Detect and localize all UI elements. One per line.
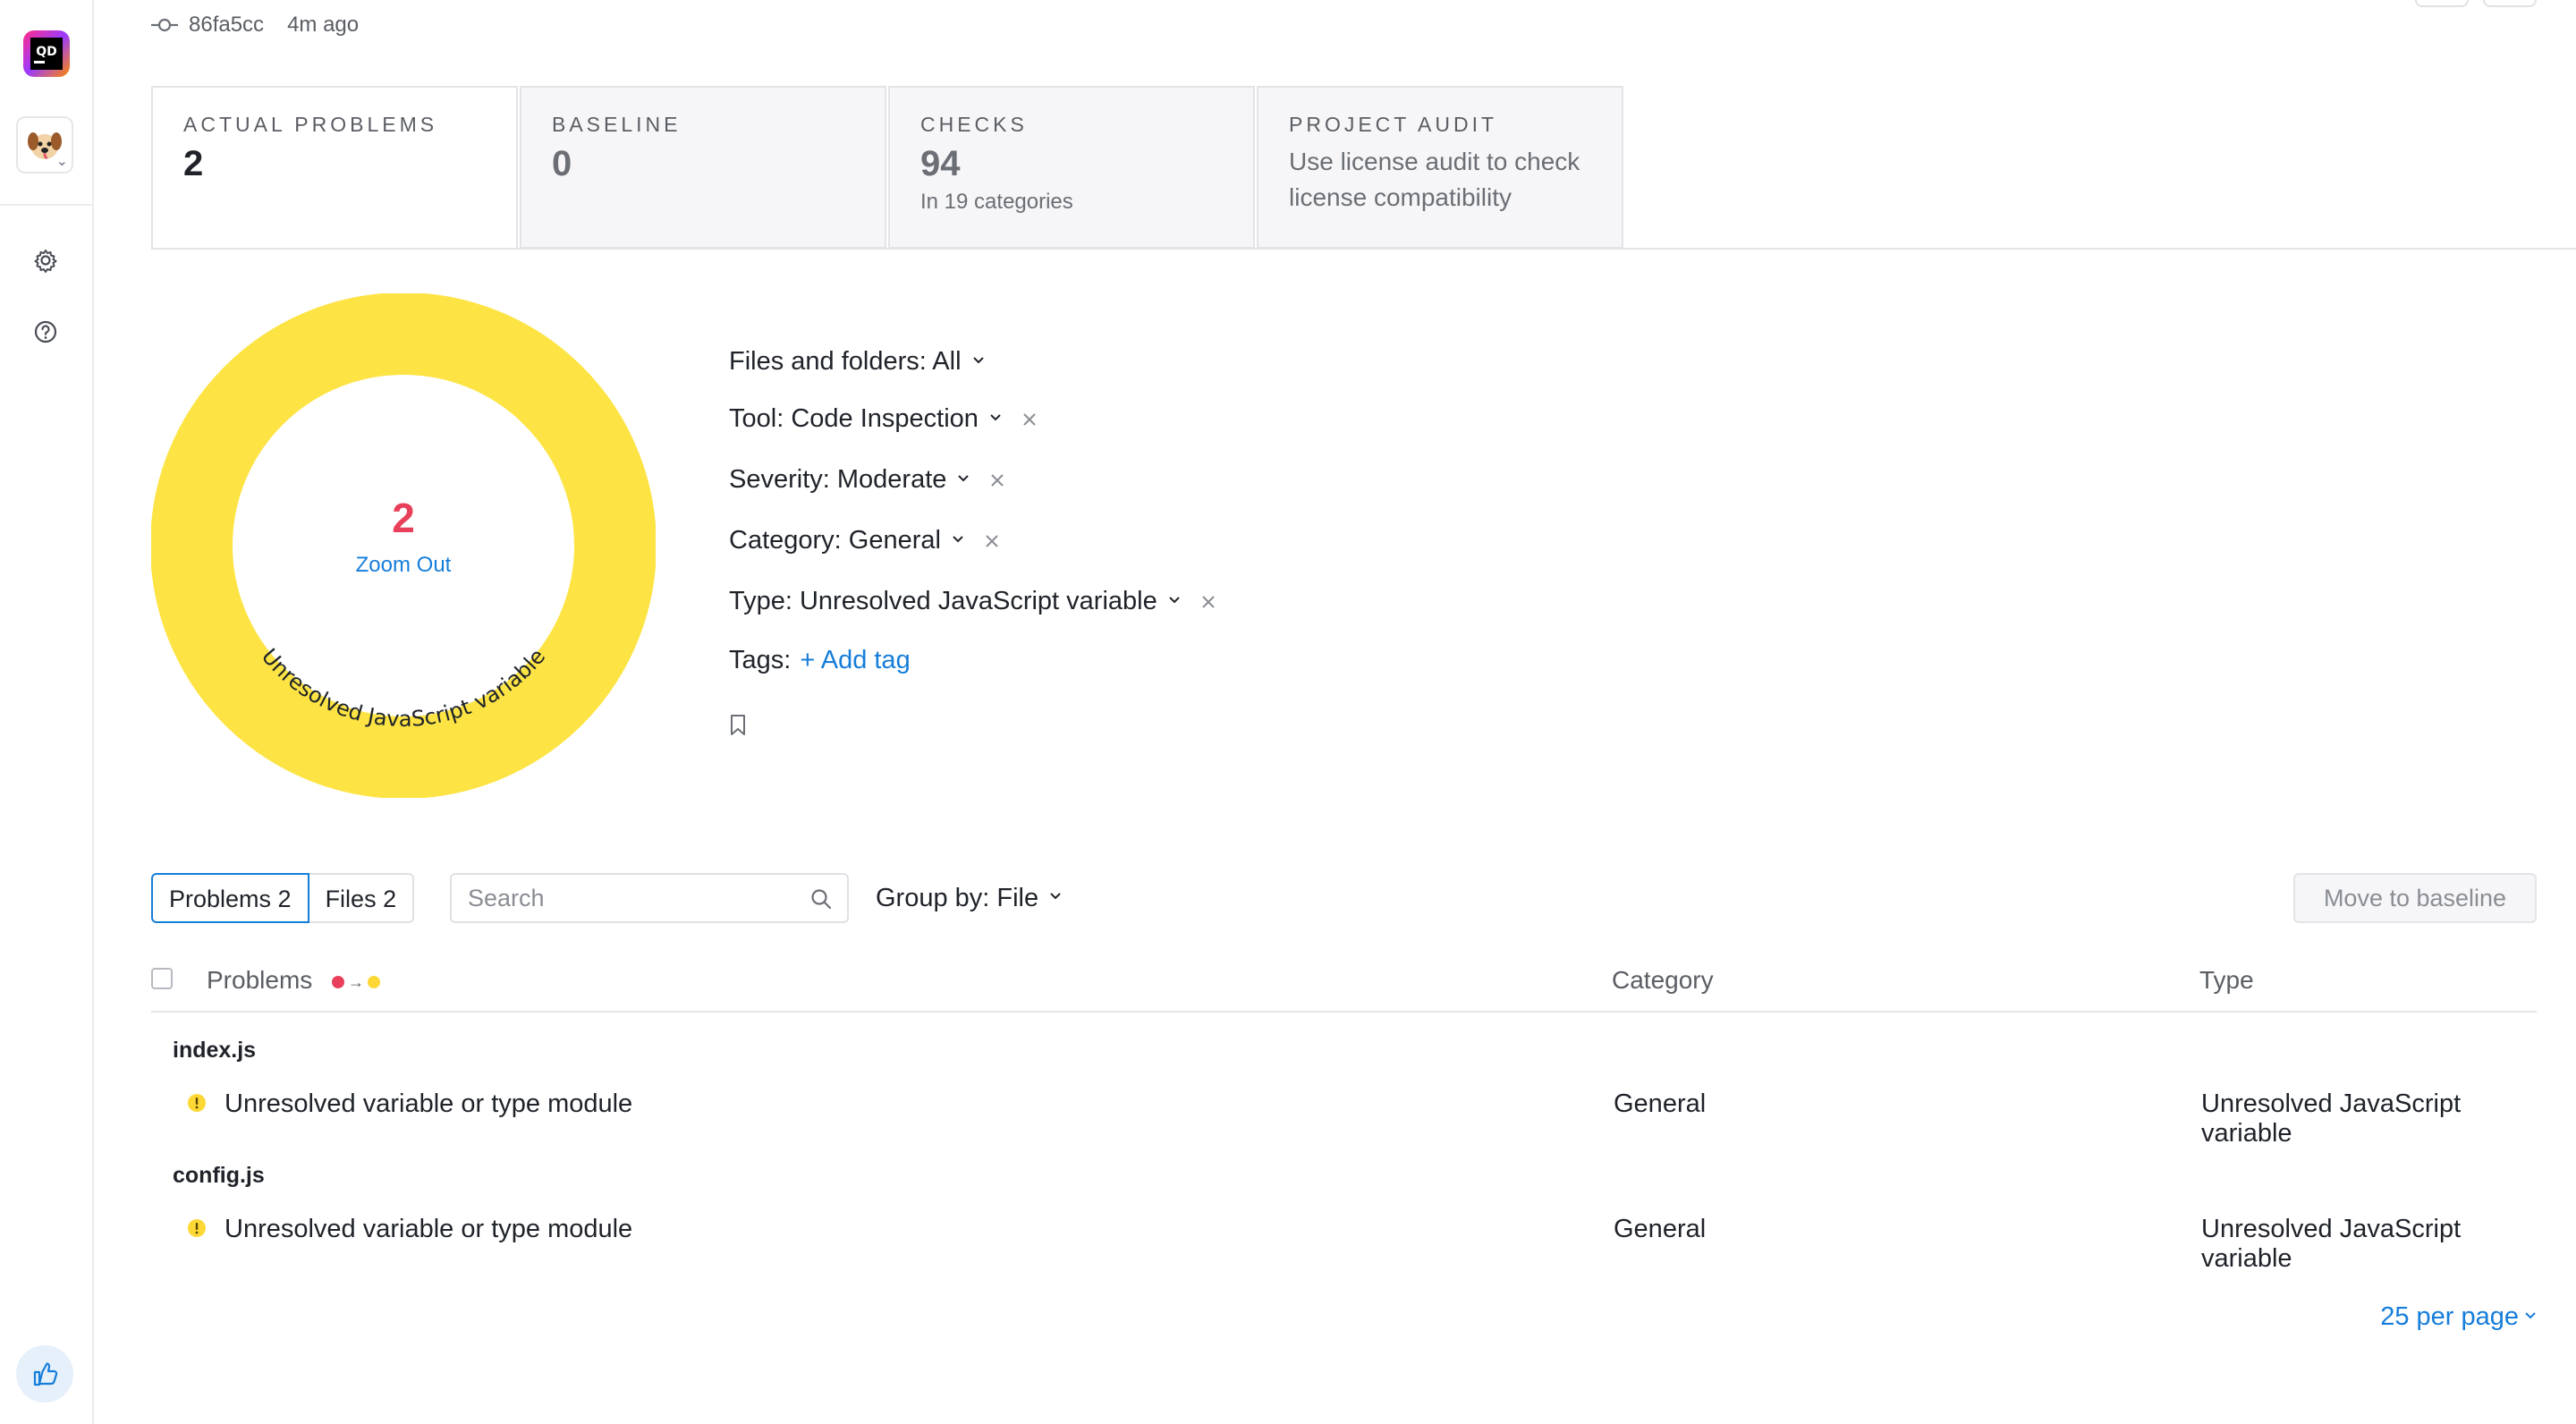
card-value: 0 [552,144,572,183]
severity-legend: → [332,972,381,992]
column-header-problems[interactable]: Problems → [207,966,381,995]
table-row[interactable]: Unresolved variable or type module Gener… [151,1088,2537,1148]
close-icon[interactable] [989,472,1005,488]
per-page-dropdown[interactable]: 25 per page [2380,1302,2537,1332]
top-action-button[interactable] [2415,0,2469,7]
tab-project-audit[interactable]: PROJECT AUDIT Use license audit to check… [1257,86,1623,249]
tab-files[interactable]: Files 2 [309,873,415,923]
sidebar: QD ⌄ [0,0,94,1424]
help-icon[interactable] [32,318,59,345]
filter-type[interactable]: Type: Unresolved JavaScript variable [729,587,1216,616]
problem-message: Unresolved variable or type module [225,1089,633,1118]
select-all-checkbox[interactable] [151,968,173,989]
filter-tags: Tags: + Add tag [729,646,911,675]
gear-icon[interactable] [32,247,59,274]
filter-label: Severity: Moderate [729,465,947,494]
tab-checks[interactable]: CHECKS 94 In 19 categories [888,86,1255,249]
filter-tool[interactable]: Tool: Code Inspection [729,404,1038,434]
thumbs-up-icon [33,1362,58,1386]
card-subtitle: In 19 categories [920,190,1073,214]
arrow-right-icon: → [348,972,365,991]
warning-icon [188,1219,206,1237]
close-icon[interactable] [1200,594,1216,610]
table-row[interactable]: Unresolved variable or type module Gener… [151,1213,2537,1273]
chevron-down-icon [990,413,1001,420]
moderate-dot-icon [368,976,381,988]
problem-category: General [1614,1089,1707,1118]
chevron-down-icon [953,535,963,542]
problems-toolbar: Problems 2 Files 2 Group by: File Move t… [151,873,2576,923]
card-title: ACTUAL PROBLEMS [183,113,438,136]
close-icon[interactable] [984,533,1000,549]
donut-center-count: 2 [392,495,415,541]
summary-tabs: ACTUAL PROBLEMS 2 BASELINE 0 CHECKS 94 I… [151,86,1625,250]
commit-time: 4m ago [287,13,360,37]
add-tag-link[interactable]: + Add tag [800,646,910,675]
column-header-type[interactable]: Type [2199,966,2254,995]
commit-info: 86fa5cc 4m ago [151,13,359,38]
filter-category[interactable]: Category: General [729,526,1000,555]
column-header-category[interactable]: Category [1612,966,1714,995]
filter-severity[interactable]: Severity: Moderate [729,465,1005,495]
search-input[interactable] [452,875,806,921]
card-value: 2 [183,144,204,183]
warning-icon [188,1094,206,1112]
commit-icon [151,18,178,32]
file-group-header[interactable]: index.js [173,1038,256,1064]
bookmark-icon[interactable] [729,714,747,737]
search-box [450,873,849,923]
card-title: BASELINE [552,113,682,136]
move-to-baseline-button[interactable]: Move to baseline [2293,873,2537,923]
project-avatar[interactable]: ⌄ [16,116,73,174]
search-icon[interactable] [809,887,833,911]
filter-label: Files and folders: All [729,347,962,376]
problem-type: Unresolved JavaScript variable [2201,1215,2462,1273]
card-title: PROJECT AUDIT [1289,113,1498,136]
top-action-button[interactable] [2483,0,2537,7]
chevron-down-icon [1050,893,1061,900]
tab-baseline[interactable]: BASELINE 0 [520,86,886,249]
problem-type: Unresolved JavaScript variable [2201,1089,2462,1148]
critical-dot-icon [332,976,345,988]
chevron-down-icon [2525,1311,2536,1318]
donut-segment[interactable] [151,293,656,798]
filter-files[interactable]: Files and folders: All [729,347,985,377]
qodana-logo-icon[interactable]: QD [21,29,72,79]
tab-underline [151,248,2576,250]
commit-hash[interactable]: 86fa5cc [189,13,264,38]
chevron-down-icon [972,356,984,363]
tags-label: Tags: [729,646,792,674]
problem-category: General [1614,1215,1707,1243]
filter-label: Type: Unresolved JavaScript variable [729,587,1157,615]
chevron-down-icon: ⌄ [55,154,68,169]
chevron-down-icon [958,474,970,481]
zoom-out-link[interactable]: Zoom Out [151,553,656,578]
tab-problems[interactable]: Problems 2 [151,873,309,923]
group-by-label: Group by: File [876,884,1039,912]
per-page-label: 25 per page [2380,1302,2519,1331]
filter-label: Category: General [729,526,941,555]
chevron-down-icon [1169,596,1180,603]
file-group-header[interactable]: config.js [173,1163,265,1189]
filter-label: Tool: Code Inspection [729,404,979,433]
problems-donut-chart[interactable]: Unresolved JavaScript variable [151,293,656,798]
close-icon[interactable] [1021,411,1038,428]
card-title: CHECKS [920,113,1028,136]
tab-actual-problems[interactable]: ACTUAL PROBLEMS 2 [151,86,518,250]
group-by-dropdown[interactable]: Group by: File [876,873,1062,923]
main-content: 86fa5cc 4m ago ACTUAL PROBLEMS 2 BASELIN… [92,0,2576,1424]
card-description-line: Use license audit to check [1289,148,1580,175]
problem-message: Unresolved variable or type module [225,1215,633,1243]
column-header-label: Problems [207,966,313,994]
sidebar-divider [0,204,92,206]
svg-text:QD: QD [36,45,57,59]
card-description-line: license compatibility [1289,183,1512,211]
feedback-button[interactable] [16,1345,73,1403]
view-switcher: Problems 2 Files 2 [151,873,415,923]
card-value: 94 [920,144,961,183]
table-header: Problems → Category Type [151,957,2537,1013]
